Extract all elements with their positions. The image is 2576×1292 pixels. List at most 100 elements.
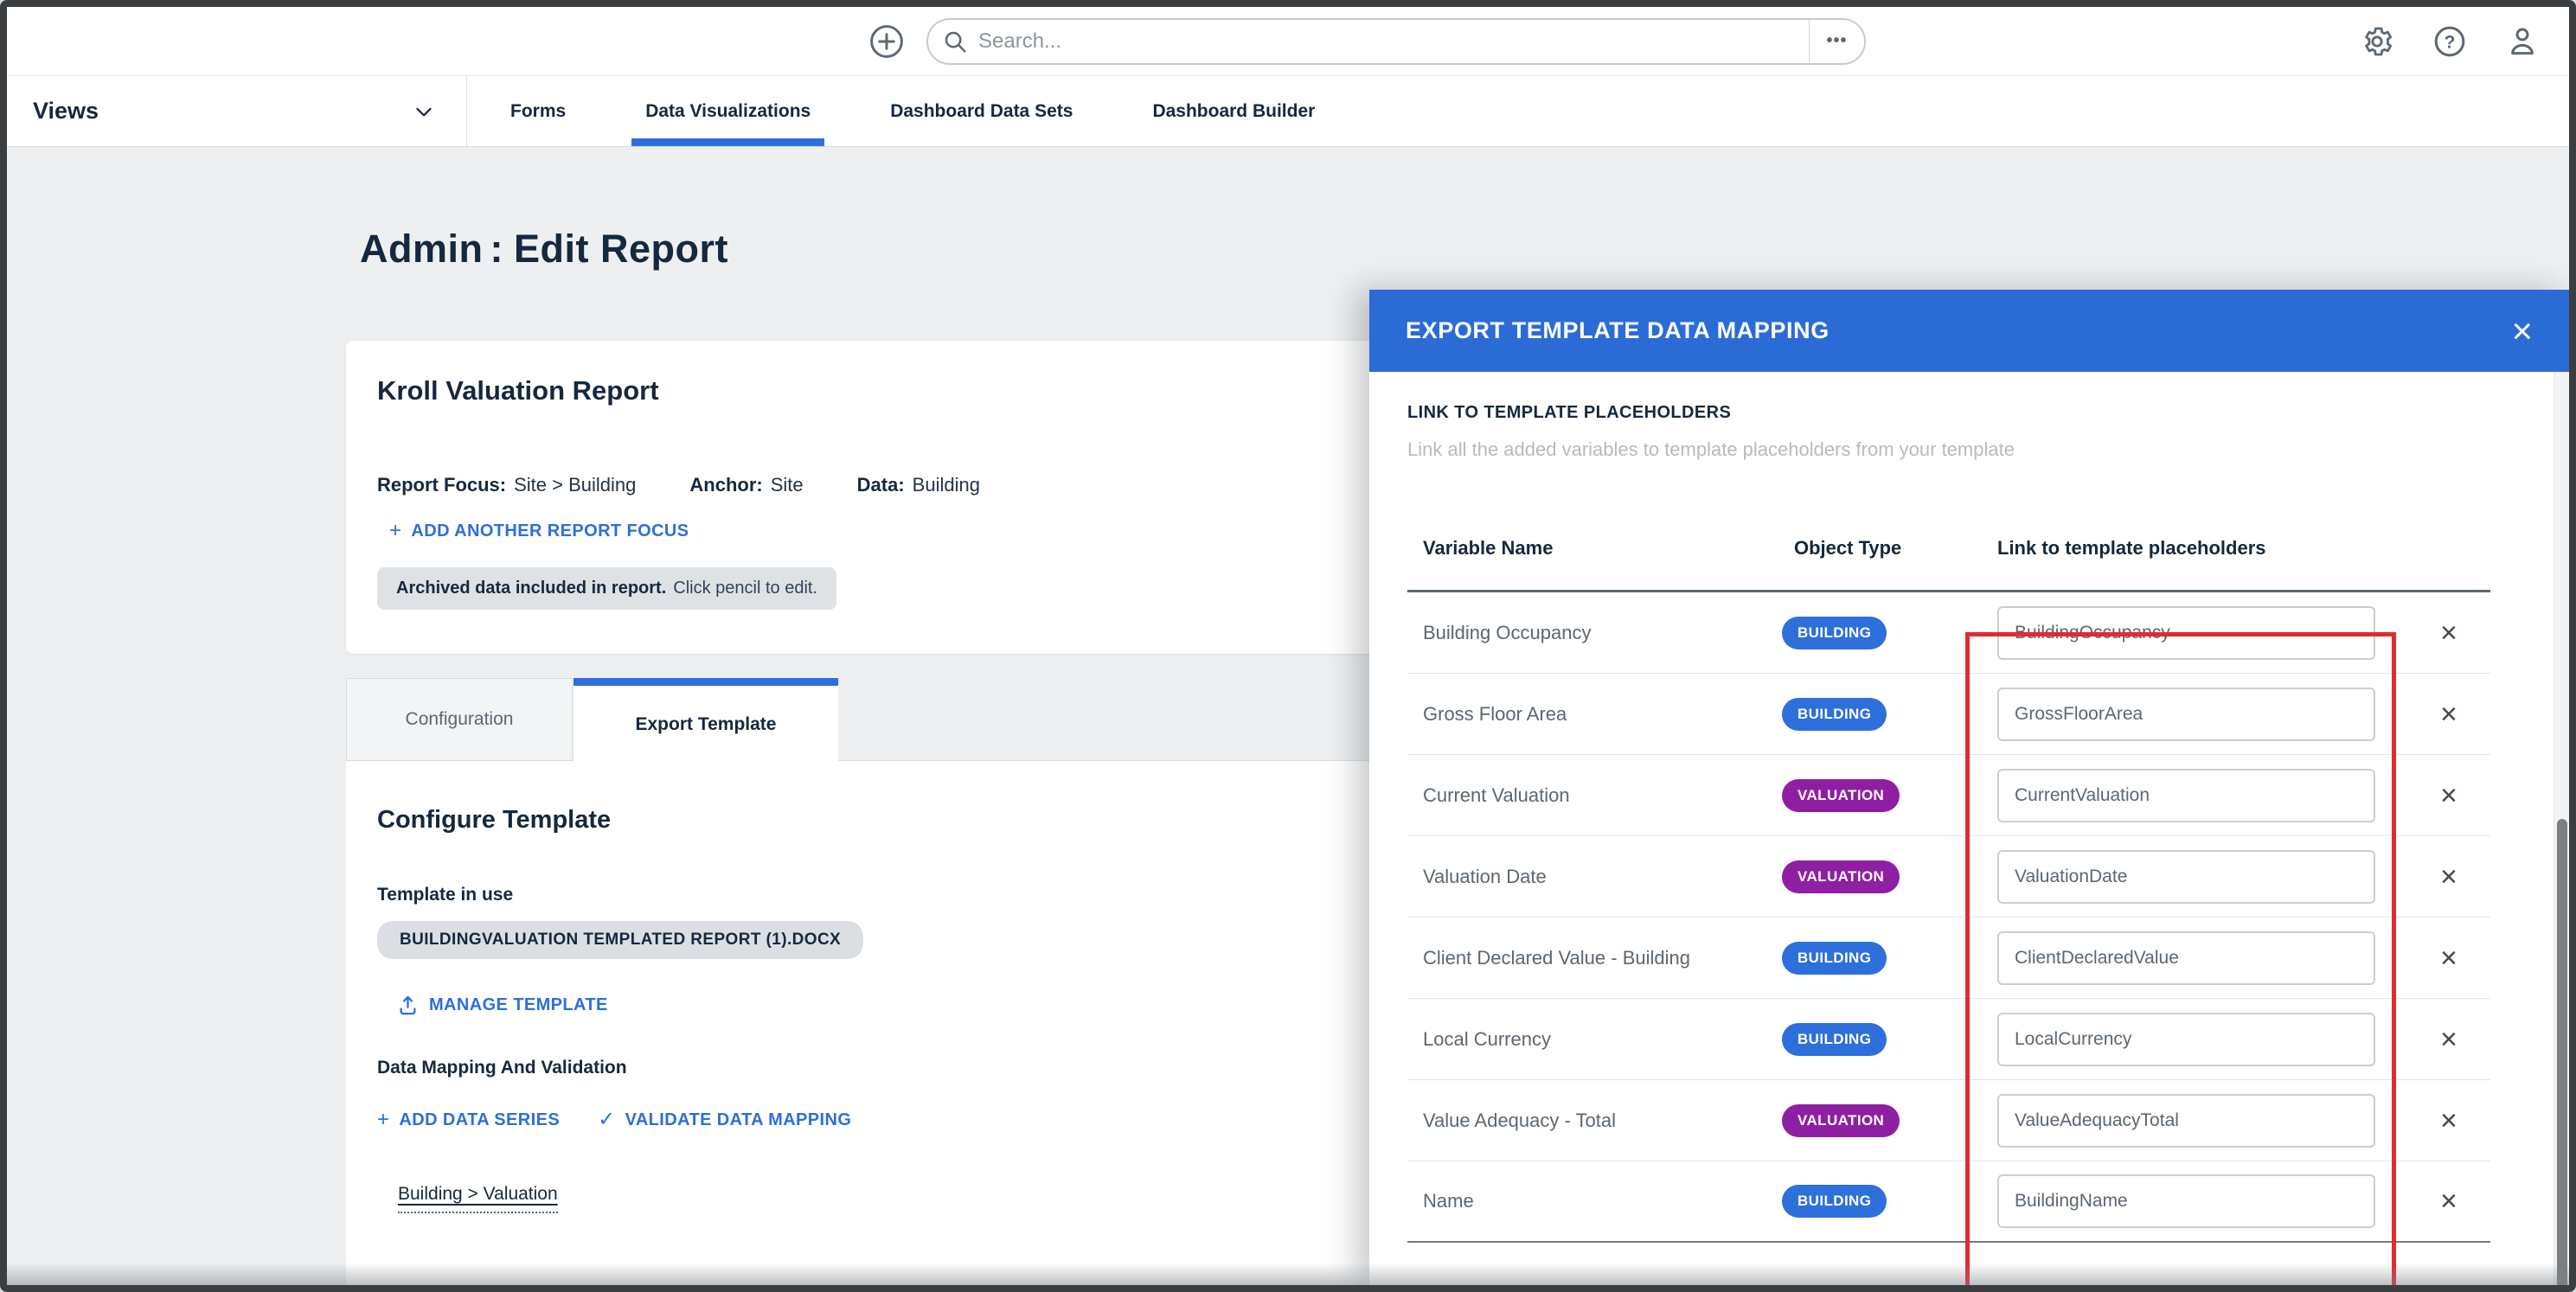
object-type-badge: VALUATION xyxy=(1782,1104,1900,1137)
content-tabs: Configuration Export Template xyxy=(346,678,1375,761)
app-window: ••• ? xyxy=(0,0,2576,1292)
remove-row-button[interactable]: × xyxy=(2428,862,2457,892)
close-icon: × xyxy=(2511,310,2533,351)
tab-export-template[interactable]: Export Template xyxy=(574,678,838,763)
help-icon: ? xyxy=(2432,24,2467,59)
mapping-table: Variable Name Object Type Link to templa… xyxy=(1407,506,2490,1243)
placeholder-input[interactable] xyxy=(1997,931,2375,985)
variable-name: Local Currency xyxy=(1407,1028,1775,1051)
placeholder-input[interactable] xyxy=(1997,1013,2375,1066)
placeholder-input[interactable] xyxy=(1997,769,2375,822)
remove-row-button[interactable]: × xyxy=(2428,618,2457,648)
configure-template-heading: Configure Template xyxy=(377,806,1344,835)
nav-tabs: Forms Data Visualizations Dashboard Data… xyxy=(467,76,1315,146)
data-mapping-heading: Data Mapping And Validation xyxy=(377,1058,1344,1078)
data-series-link[interactable]: Building > Valuation xyxy=(398,1184,558,1213)
export-mapping-drawer: EXPORT TEMPLATE DATA MAPPING × LINK TO T… xyxy=(1369,290,2569,1285)
chevron-down-icon xyxy=(411,99,437,125)
remove-icon: × xyxy=(2440,860,2457,893)
link-placeholders-subtitle: Link all the added variables to template… xyxy=(1407,438,2531,461)
placeholder-input[interactable] xyxy=(1997,1094,2375,1148)
main-area: Admin:Edit Report Kroll Valuation Report… xyxy=(7,147,2569,1285)
variable-name: Building Occupancy xyxy=(1407,622,1775,644)
search-icon xyxy=(928,29,978,54)
template-in-use-label: Template in use xyxy=(377,885,1344,905)
remove-icon: × xyxy=(2440,1104,2457,1137)
svg-text:?: ? xyxy=(2445,32,2456,52)
upload-icon xyxy=(396,994,420,1017)
object-type-badge: BUILDING xyxy=(1782,1185,1887,1218)
check-icon: ✓ xyxy=(598,1110,616,1130)
table-row: Valuation Date VALUATION × xyxy=(1407,836,2490,918)
table-row: Client Declared Value - Building BUILDIN… xyxy=(1407,918,2490,999)
nav-tab[interactable]: Forms xyxy=(510,76,566,146)
remove-row-button[interactable]: × xyxy=(2428,943,2457,973)
user-icon xyxy=(2505,24,2540,59)
variable-name: Current Valuation xyxy=(1407,784,1775,807)
add-report-focus-button[interactable]: + ADD ANOTHER REPORT FOCUS xyxy=(389,521,689,541)
plus-icon: + xyxy=(377,1110,389,1130)
add-data-series-button[interactable]: + ADD DATA SERIES xyxy=(377,1110,560,1130)
placeholder-input[interactable] xyxy=(1997,850,2375,904)
object-type-badge: BUILDING xyxy=(1782,1023,1887,1056)
ellipsis-icon: ••• xyxy=(1826,31,1847,50)
variable-name: Value Adequacy - Total xyxy=(1407,1110,1775,1132)
export-template-panel: Configure Template Template in use BUILD… xyxy=(346,761,1375,1285)
report-card: Kroll Valuation Report Report Focus:Site… xyxy=(346,341,1375,654)
column-link-placeholders: Link to template placeholders xyxy=(1978,537,2428,560)
object-type-badge: VALUATION xyxy=(1782,860,1900,893)
plus-icon: + xyxy=(389,521,401,541)
object-type-badge: BUILDING xyxy=(1782,698,1887,731)
page-title: Admin:Edit Report xyxy=(360,227,728,272)
drawer-title: EXPORT TEMPLATE DATA MAPPING xyxy=(1406,317,1829,344)
meta-item: Report Focus:Site > Building xyxy=(377,474,636,496)
top-bar: ••• ? xyxy=(7,7,2569,76)
placeholder-input[interactable] xyxy=(1997,688,2375,741)
drawer-close-button[interactable]: × xyxy=(2511,313,2533,349)
validate-data-mapping-button[interactable]: ✓ VALIDATE DATA MAPPING xyxy=(598,1110,851,1130)
settings-button[interactable] xyxy=(2360,24,2394,59)
manage-template-button[interactable]: MANAGE TEMPLATE xyxy=(396,994,608,1017)
remove-icon: × xyxy=(2440,779,2457,812)
profile-button[interactable] xyxy=(2505,24,2540,59)
drawer-scrollbar[interactable] xyxy=(2554,372,2569,1285)
search-input[interactable] xyxy=(978,20,1809,63)
create-button[interactable] xyxy=(868,22,906,61)
views-label: Views xyxy=(33,98,99,125)
nav-tab[interactable]: Dashboard Builder xyxy=(1152,76,1315,146)
meta-item: Anchor:Site xyxy=(689,474,803,496)
table-row: Building Occupancy BUILDING × xyxy=(1407,592,2490,674)
variable-name: Valuation Date xyxy=(1407,866,1775,888)
remove-row-button[interactable]: × xyxy=(2428,1186,2457,1216)
search-options-button[interactable]: ••• xyxy=(1809,20,1864,63)
column-object-type: Object Type xyxy=(1775,537,1978,560)
template-file-pill: BUILDINGVALUATION TEMPLATED REPORT (1).D… xyxy=(377,921,863,959)
variable-name: Gross Floor Area xyxy=(1407,703,1775,726)
help-button[interactable]: ? xyxy=(2432,24,2467,59)
remove-row-button[interactable]: × xyxy=(2428,700,2457,729)
plus-circle-icon xyxy=(868,22,906,61)
placeholder-input[interactable] xyxy=(1997,606,2375,660)
variable-name: Name xyxy=(1407,1190,1775,1212)
mapping-table-rows: Building Occupancy BUILDING × xyxy=(1407,592,2490,1243)
object-type-badge: VALUATION xyxy=(1782,779,1900,812)
views-dropdown[interactable]: Views xyxy=(7,76,467,146)
report-title: Kroll Valuation Report xyxy=(377,375,1344,406)
remove-row-button[interactable]: × xyxy=(2428,1025,2457,1054)
scrollbar-thumb[interactable] xyxy=(2557,819,2567,1285)
mapping-table-header: Variable Name Object Type Link to templa… xyxy=(1407,506,2490,592)
gear-icon xyxy=(2360,24,2394,59)
search-bar[interactable]: ••• xyxy=(926,18,1866,65)
table-row: Name BUILDING × xyxy=(1407,1161,2490,1243)
remove-icon: × xyxy=(2440,1185,2457,1218)
meta-item: Data:Building xyxy=(857,474,980,496)
placeholder-input[interactable] xyxy=(1997,1174,2375,1228)
table-row: Gross Floor Area BUILDING × xyxy=(1407,674,2490,755)
remove-row-button[interactable]: × xyxy=(2428,1106,2457,1135)
nav-tab[interactable]: Dashboard Data Sets xyxy=(890,76,1073,146)
drawer-header: EXPORT TEMPLATE DATA MAPPING × xyxy=(1369,290,2569,372)
nav-tab[interactable]: Data Visualizations xyxy=(645,76,811,146)
remove-row-button[interactable]: × xyxy=(2428,781,2457,810)
table-row: Value Adequacy - Total VALUATION × xyxy=(1407,1080,2490,1161)
tab-configuration[interactable]: Configuration xyxy=(346,678,573,761)
